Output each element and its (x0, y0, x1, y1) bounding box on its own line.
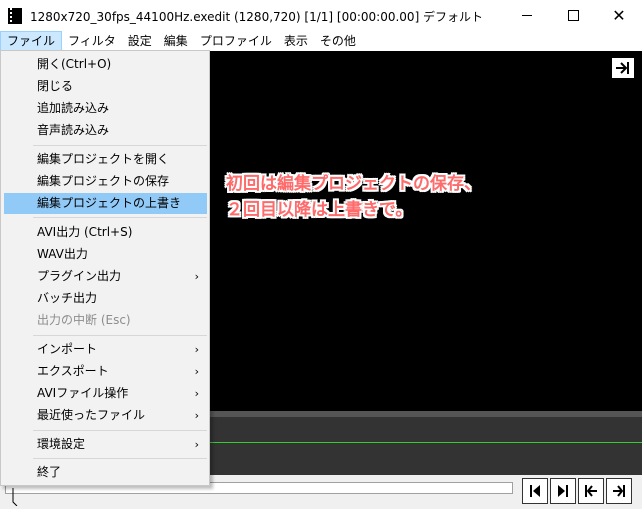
menu-other[interactable]: その他 (314, 31, 362, 51)
menu-add-load[interactable]: 追加読み込み (4, 98, 207, 119)
menu-item-label: 出力の中断 (Esc) (37, 313, 131, 327)
jump-start-button[interactable] (578, 478, 604, 504)
menu-preferences[interactable]: 環境設定 › (4, 434, 207, 455)
menu-wav-output[interactable]: WAV出力 (4, 244, 207, 265)
menu-item-label: プラグイン出力 (37, 269, 122, 283)
menu-profile[interactable]: プロファイル (194, 31, 278, 51)
menu-exit[interactable]: 終了 (4, 462, 207, 483)
close-button[interactable]: ✕ (596, 0, 642, 31)
menu-audio-load[interactable]: 音声読み込み (4, 120, 207, 141)
jump-to-start-icon (585, 485, 597, 497)
submenu-arrow-icon: › (194, 409, 199, 422)
window-title: 1280x720_30fps_44100Hz.exedit (1280,720)… (30, 10, 484, 24)
submenu-arrow-icon: › (194, 343, 199, 356)
menu-item-label: WAV出力 (37, 247, 88, 261)
menu-stop-output: 出力の中断 (Esc) (4, 310, 207, 331)
menu-separator (33, 217, 207, 218)
menu-item-label: 追加読み込み (37, 101, 110, 115)
menu-item-label: エクスポート (37, 364, 109, 378)
menu-separator (33, 145, 207, 146)
menu-item-label: 編集プロジェクトの保存 (37, 174, 170, 188)
prev-frame-button[interactable] (522, 478, 548, 504)
jump-end-button[interactable] (606, 478, 632, 504)
submenu-arrow-icon: › (194, 387, 199, 400)
menu-settings[interactable]: 設定 (122, 31, 158, 51)
menu-item-label: 環境設定 (37, 437, 86, 451)
menu-plugin-output[interactable]: プラグイン出力 › (4, 266, 207, 287)
maximize-icon (567, 10, 579, 21)
submenu-arrow-icon: › (194, 270, 199, 283)
menu-close[interactable]: 閉じる (4, 76, 207, 97)
menu-item-label: AVIファイル操作 (37, 386, 129, 400)
menu-import[interactable]: インポート › (4, 339, 207, 360)
menu-item-label: 閉じる (37, 79, 74, 93)
submenu-arrow-icon: › (194, 438, 199, 451)
menu-item-label: バッチ出力 (37, 291, 98, 305)
maximize-button[interactable] (550, 0, 596, 31)
submenu-arrow-icon: › (194, 365, 199, 378)
menu-avi-output[interactable]: AVI出力 (Ctrl+S) (4, 222, 207, 243)
menu-separator (33, 335, 207, 336)
menu-view[interactable]: 表示 (278, 31, 314, 51)
file-menu-dropdown: 開く(Ctrl+O) 閉じる 追加読み込み 音声読み込み 編集プロジェクトを開く… (0, 50, 210, 486)
menu-overwrite-project[interactable]: 編集プロジェクトの上書き (4, 193, 207, 214)
menu-recent-files[interactable]: 最近使ったファイル › (4, 405, 207, 426)
app-film-icon (8, 8, 22, 24)
menu-item-label: インポート (37, 342, 98, 356)
menu-item-label: 開く(Ctrl+O) (37, 57, 112, 71)
jump-to-end-icon (613, 485, 625, 497)
menu-open-project[interactable]: 編集プロジェクトを開く (4, 149, 207, 170)
menu-file[interactable]: ファイル (0, 31, 63, 51)
menu-batch-output[interactable]: バッチ出力 (4, 288, 207, 309)
next-frame-button[interactable] (550, 478, 576, 504)
menu-filter[interactable]: フィルタ (62, 31, 122, 51)
annotation-line-2: ２回目以降は上書きで。 (226, 200, 413, 220)
seek-handle-icon[interactable] (12, 488, 18, 507)
menu-save-project[interactable]: 編集プロジェクトの保存 (4, 171, 207, 192)
next-frame-icon (558, 485, 568, 497)
minimize-icon (522, 15, 532, 16)
menu-bar: ファイル フィルタ 設定 編集 プロファイル 表示 その他 (0, 31, 642, 51)
menu-item-label: 最近使ったファイル (37, 408, 146, 422)
menu-edit[interactable]: 編集 (158, 31, 194, 51)
menu-item-label: 編集プロジェクトを開く (37, 152, 170, 166)
annotation-caption: 初回は編集プロジェクトの保存、 ２回目以降は上書きで。 (226, 171, 481, 223)
minimize-button[interactable] (504, 0, 550, 31)
close-icon: ✕ (612, 5, 626, 25)
menu-export[interactable]: エクスポート › (4, 361, 207, 382)
annotation-line-1: 初回は編集プロジェクトの保存、 (226, 174, 481, 194)
menu-item-label: AVI出力 (Ctrl+S) (37, 225, 133, 239)
previous-frame-icon (530, 485, 540, 497)
title-bar: 1280x720_30fps_44100Hz.exedit (1280,720)… (0, 0, 642, 31)
menu-separator (33, 458, 207, 459)
menu-separator (33, 430, 207, 431)
menu-open[interactable]: 開く(Ctrl+O) (4, 54, 207, 75)
menu-item-label: 編集プロジェクトの上書き (37, 196, 182, 210)
menu-item-label: 終了 (37, 465, 62, 479)
menu-item-label: 音声読み込み (37, 123, 110, 137)
jump-to-end-icon[interactable] (612, 58, 634, 78)
menu-avi-file-ops[interactable]: AVIファイル操作 › (4, 383, 207, 404)
